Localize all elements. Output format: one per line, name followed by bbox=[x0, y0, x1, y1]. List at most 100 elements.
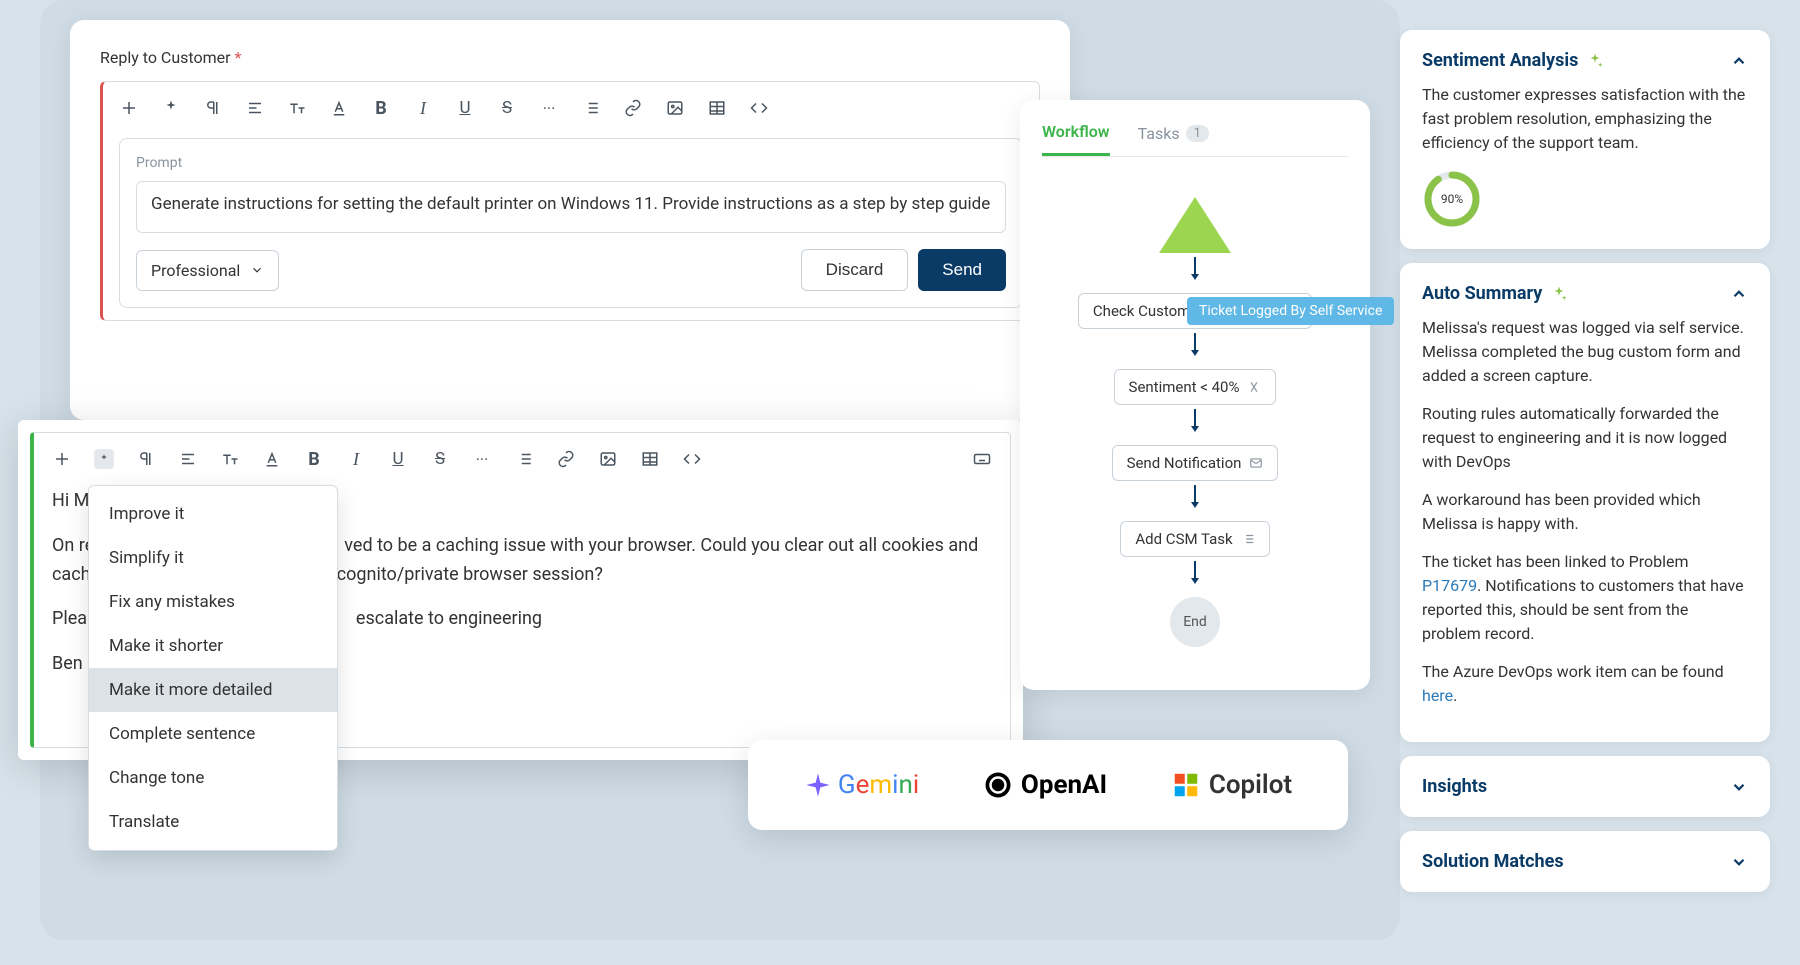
dd-detailed[interactable]: Make it more detailed bbox=[89, 668, 337, 712]
discard-button[interactable]: Discard bbox=[801, 249, 909, 291]
strike-icon[interactable]: S bbox=[430, 449, 450, 469]
plus-icon[interactable] bbox=[52, 449, 72, 469]
bold-icon[interactable]: B bbox=[371, 98, 391, 118]
table-icon[interactable] bbox=[707, 98, 727, 118]
chevron-down-icon[interactable] bbox=[1730, 778, 1748, 796]
dd-simplify[interactable]: Simplify it bbox=[89, 536, 337, 580]
gemini-icon bbox=[804, 771, 832, 799]
node-task[interactable]: Add CSM Task bbox=[1120, 521, 1269, 557]
workflow-panel: Workflow Tasks 1 Ticket Logged By Self S… bbox=[1020, 100, 1370, 690]
sparkle-icon bbox=[1550, 285, 1568, 303]
workflow-tabs: Workflow Tasks 1 bbox=[1042, 122, 1348, 157]
sentiment-gauge: 90% bbox=[1422, 169, 1482, 229]
summary-card: Auto Summary Melissa's request was logge… bbox=[1400, 263, 1770, 742]
sentiment-body: The customer expresses satisfaction with… bbox=[1422, 83, 1748, 155]
plus-icon[interactable] bbox=[119, 98, 139, 118]
tone-select[interactable]: Professional bbox=[136, 250, 279, 291]
insights-title: Insights bbox=[1422, 776, 1487, 797]
chevron-up-icon[interactable] bbox=[1730, 285, 1748, 303]
dd-translate[interactable]: Translate bbox=[89, 800, 337, 844]
summary-p4: The ticket has been linked to Problem P1… bbox=[1422, 550, 1748, 646]
chevron-down-icon[interactable] bbox=[1730, 853, 1748, 871]
end-node[interactable]: End bbox=[1170, 597, 1220, 647]
dd-tone[interactable]: Change tone bbox=[89, 756, 337, 800]
solutions-card[interactable]: Solution Matches bbox=[1400, 831, 1770, 892]
sentiment-card: Sentiment Analysis The customer expresse… bbox=[1400, 30, 1770, 249]
required-asterisk: * bbox=[235, 48, 242, 67]
align-icon[interactable] bbox=[245, 98, 265, 118]
code-icon[interactable] bbox=[749, 98, 769, 118]
insights-card[interactable]: Insights bbox=[1400, 756, 1770, 817]
reply-label: Reply to Customer * bbox=[100, 48, 1040, 67]
underline-icon[interactable]: U bbox=[388, 449, 408, 469]
dd-shorter[interactable]: Make it shorter bbox=[89, 624, 337, 668]
bold-icon[interactable]: B bbox=[304, 449, 324, 469]
arrow-icon bbox=[1194, 257, 1196, 275]
more-icon[interactable]: ··· bbox=[472, 449, 492, 469]
openai-text: OpenAI bbox=[1021, 770, 1107, 800]
dd-fix[interactable]: Fix any mistakes bbox=[89, 580, 337, 624]
node-condition[interactable]: Sentiment < 40% bbox=[1114, 369, 1277, 405]
mail-icon bbox=[1249, 456, 1263, 470]
summary-p1: Melissa's request was logged via self se… bbox=[1422, 316, 1748, 388]
paragraph-icon[interactable] bbox=[136, 449, 156, 469]
reply-panel: Reply to Customer * B I U S ··· Prompt G… bbox=[70, 20, 1070, 420]
italic-icon[interactable]: I bbox=[346, 449, 366, 469]
textsize-icon[interactable] bbox=[287, 98, 307, 118]
node-notify[interactable]: Send Notification bbox=[1112, 445, 1279, 481]
tone-value: Professional bbox=[151, 261, 240, 280]
reply-editor: B I U S ··· Prompt Generate instructions… bbox=[100, 81, 1040, 321]
branch-icon bbox=[1247, 380, 1261, 394]
devops-link[interactable]: here bbox=[1422, 686, 1453, 705]
align-icon[interactable] bbox=[178, 449, 198, 469]
ai-actions-dropdown: Improve it Simplify it Fix any mistakes … bbox=[88, 485, 338, 851]
tab-tasks-label: Tasks bbox=[1138, 124, 1180, 143]
image-icon[interactable] bbox=[665, 98, 685, 118]
openai-logo: OpenAI bbox=[983, 770, 1107, 800]
sparkle-icon bbox=[1586, 52, 1604, 70]
reply-label-text: Reply to Customer bbox=[100, 48, 231, 67]
prompt-input[interactable]: Generate instructions for setting the de… bbox=[136, 181, 1006, 233]
code-icon[interactable] bbox=[682, 449, 702, 469]
sparkle-icon[interactable] bbox=[94, 449, 114, 469]
chevron-up-icon[interactable] bbox=[1730, 52, 1748, 70]
textcolor-icon[interactable] bbox=[262, 449, 282, 469]
sentiment-score: 90% bbox=[1441, 192, 1463, 206]
send-button[interactable]: Send bbox=[918, 249, 1006, 291]
dd-complete[interactable]: Complete sentence bbox=[89, 712, 337, 756]
chevron-down-icon bbox=[250, 263, 264, 277]
keyboard-icon[interactable] bbox=[972, 449, 992, 469]
image-icon[interactable] bbox=[598, 449, 618, 469]
right-sidebar: Sentiment Analysis The customer expresse… bbox=[1400, 30, 1770, 892]
paragraph-icon[interactable] bbox=[203, 98, 223, 118]
workflow-flow: Ticket Logged By Self Service Check Cust… bbox=[1042, 197, 1348, 647]
textsize-icon[interactable] bbox=[220, 449, 240, 469]
list-icon[interactable] bbox=[581, 98, 601, 118]
strike-icon[interactable]: S bbox=[497, 98, 517, 118]
summary-body: Melissa's request was logged via self se… bbox=[1422, 316, 1748, 708]
summary-p3: A workaround has been provided which Mel… bbox=[1422, 488, 1748, 536]
tab-tasks[interactable]: Tasks 1 bbox=[1138, 124, 1209, 155]
tasks-count-badge: 1 bbox=[1186, 125, 1209, 142]
start-label: Ticket Logged By Self Service bbox=[1187, 297, 1394, 325]
underline-icon[interactable]: U bbox=[455, 98, 475, 118]
summary-title: Auto Summary bbox=[1422, 283, 1568, 304]
italic-icon[interactable]: I bbox=[413, 98, 433, 118]
tab-workflow[interactable]: Workflow bbox=[1042, 122, 1110, 156]
sparkle-icon[interactable] bbox=[161, 98, 181, 118]
start-node[interactable] bbox=[1159, 197, 1231, 253]
integrations-bar: Gemini OpenAI Copilot bbox=[748, 740, 1348, 830]
problem-link[interactable]: P17679 bbox=[1422, 576, 1477, 595]
copilot-icon bbox=[1171, 770, 1201, 800]
gemini-logo: Gemini bbox=[804, 770, 919, 800]
more-icon[interactable]: ··· bbox=[539, 98, 559, 118]
dd-improve[interactable]: Improve it bbox=[89, 492, 337, 536]
textcolor-icon[interactable] bbox=[329, 98, 349, 118]
list-icon[interactable] bbox=[514, 449, 534, 469]
link-icon[interactable] bbox=[556, 449, 576, 469]
arrow-icon bbox=[1194, 485, 1196, 503]
table-icon[interactable] bbox=[640, 449, 660, 469]
link-icon[interactable] bbox=[623, 98, 643, 118]
copilot-logo: Copilot bbox=[1171, 770, 1292, 800]
solutions-title: Solution Matches bbox=[1422, 851, 1564, 872]
